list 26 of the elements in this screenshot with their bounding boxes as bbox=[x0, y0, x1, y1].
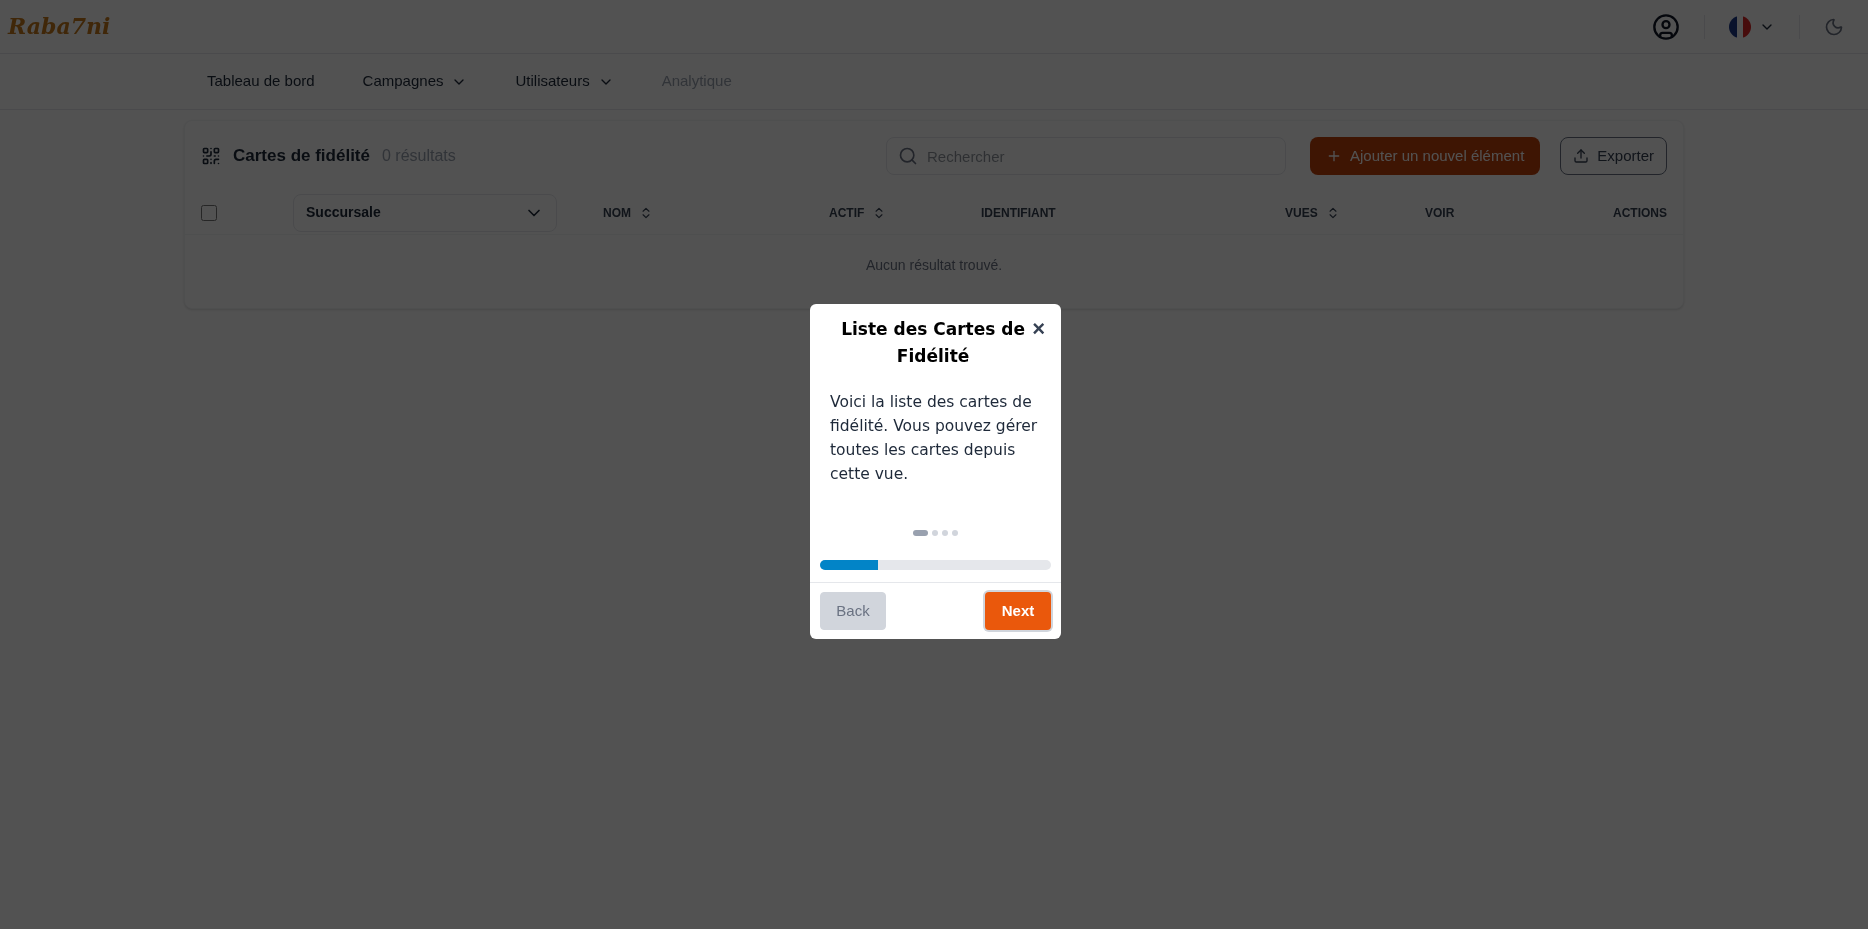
qr-code-icon bbox=[201, 146, 221, 166]
column-header: IDENTIFIANT bbox=[981, 204, 1056, 222]
dialog-title: Liste des Cartes de Fidélité bbox=[840, 318, 1026, 368]
add-button[interactable]: Ajouter un nouvel élément bbox=[1310, 137, 1541, 175]
nav-item[interactable]: Utilisateurs bbox=[515, 70, 614, 93]
close-button[interactable]: × bbox=[1032, 318, 1045, 340]
plus-icon bbox=[1326, 148, 1342, 164]
branch-dropdown[interactable]: Succursale bbox=[293, 193, 557, 232]
card-title: Cartes de fidélité bbox=[233, 145, 370, 168]
column-header[interactable]: NOM bbox=[603, 203, 653, 222]
next-button[interactable]: Next bbox=[985, 592, 1051, 630]
search-icon bbox=[898, 146, 918, 166]
select-all-checkbox[interactable] bbox=[201, 204, 217, 221]
column-header[interactable]: ACTIF bbox=[829, 203, 887, 222]
logo[interactable]: Raba7ni bbox=[8, 10, 111, 43]
flag-icon[interactable] bbox=[1729, 15, 1751, 38]
export-button[interactable]: Exporter bbox=[1560, 137, 1667, 175]
dialog-body: Voici la liste des cartes de fidélité. Vous pouvez gérer toutes les cartes depuis cette vue. bbox=[829, 392, 1039, 485]
nav-item[interactable]: Campagnes bbox=[362, 70, 468, 93]
upload-icon bbox=[1573, 148, 1590, 164]
column-header: VOIR bbox=[1425, 204, 1455, 222]
nav-item[interactable]: Tableau de bord bbox=[207, 70, 315, 93]
moon-icon[interactable] bbox=[1824, 16, 1844, 37]
column-header[interactable]: VUES bbox=[1285, 203, 1340, 222]
user-icon[interactable] bbox=[1652, 12, 1680, 41]
column-header: ACTIONS bbox=[1613, 204, 1667, 222]
